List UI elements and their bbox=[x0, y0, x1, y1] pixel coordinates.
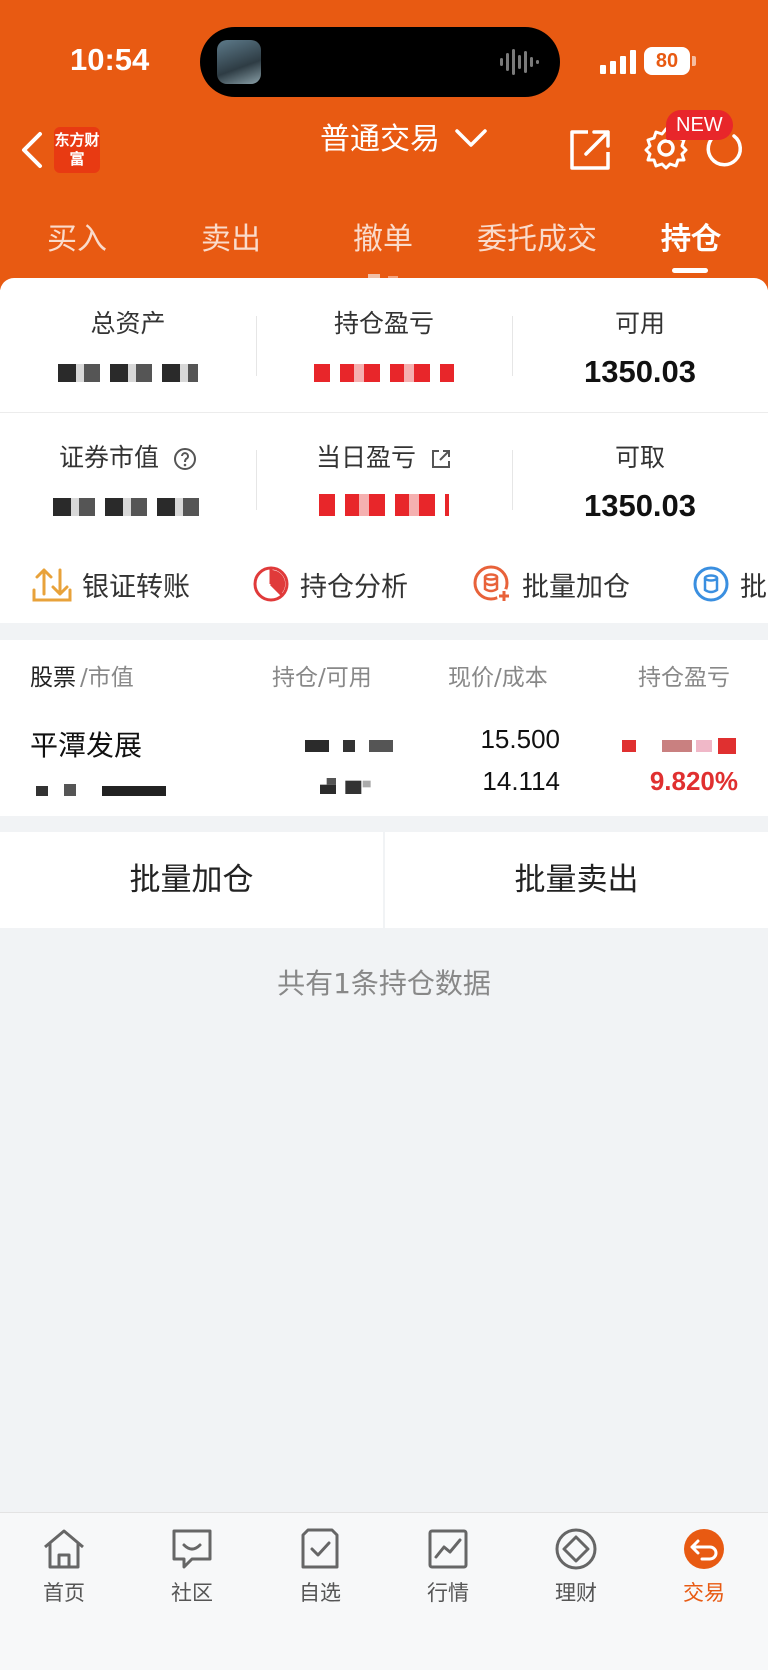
shortcut-label: 银证转账 bbox=[82, 571, 190, 603]
community-icon bbox=[172, 1529, 212, 1569]
daily-pnl-label-text: 当日盈亏 bbox=[316, 443, 417, 472]
nav-watchlist[interactable]: 自选 bbox=[256, 1523, 384, 1607]
status-bar: 10:54 80 bbox=[0, 0, 768, 110]
row-divider bbox=[0, 412, 768, 413]
market-value-label: 证券市值 bbox=[0, 438, 256, 474]
tab-active-indicator bbox=[672, 268, 708, 273]
dynamic-island bbox=[200, 27, 560, 97]
current-price: 15.500 bbox=[480, 724, 560, 754]
nav-label: 自选 bbox=[299, 1581, 341, 1605]
page-title: 普通交易 bbox=[320, 122, 440, 157]
position-count-note: 共有1条持仓数据 bbox=[277, 967, 491, 1000]
total-assets-cell[interactable]: 总资产 bbox=[0, 304, 256, 390]
tab-buy[interactable]: 买入 bbox=[0, 214, 154, 258]
nav-label: 交易 bbox=[683, 1581, 725, 1605]
shortcut-bar: 银证转账 持仓分析 批量加仓 批量 bbox=[0, 540, 768, 626]
withdrawable-cell[interactable]: 可取 1350.03 bbox=[512, 438, 768, 524]
available-value: 1350.03 bbox=[583, 354, 697, 389]
shortcut-batch-add[interactable]: 批量加仓 bbox=[472, 564, 630, 604]
external-link-icon[interactable] bbox=[430, 448, 452, 470]
shortcut-position-analysis[interactable]: 持仓分析 bbox=[252, 564, 408, 604]
market-value-masked bbox=[36, 784, 166, 796]
shortcut-label: 持仓分析 bbox=[300, 571, 408, 603]
position-pnl-cell[interactable]: 持仓盈亏 bbox=[256, 304, 512, 390]
available-masked bbox=[320, 778, 371, 794]
cost-price: 14.114 bbox=[482, 766, 560, 796]
app-header: 10:54 80 东方财富 普通交易 NEW 买入 卖出 撤单 委托成交 持仓 bbox=[0, 0, 768, 290]
batch-add-button[interactable]: 批量加仓 bbox=[0, 832, 383, 928]
chevron-down-icon bbox=[455, 129, 487, 147]
positions-table: 股票 /市值 持仓/可用 现价/成本 持仓盈亏 平潭发展 15.500 14.1… bbox=[0, 640, 768, 816]
back-icon[interactable] bbox=[18, 130, 48, 170]
batch-add-icon bbox=[473, 565, 511, 603]
battery-level: 80 bbox=[644, 47, 690, 75]
now-playing-artwork bbox=[217, 40, 261, 84]
watchlist-icon bbox=[301, 1528, 339, 1569]
nav-home[interactable]: 首页 bbox=[0, 1523, 128, 1607]
daily-pnl-value-masked bbox=[256, 488, 512, 524]
header-stock[interactable]: 股票 bbox=[30, 658, 76, 692]
shortcut-batch[interactable]: 批量 bbox=[692, 564, 768, 604]
nav-market[interactable]: 行情 bbox=[384, 1523, 512, 1607]
header-holding[interactable]: 持仓/可用 bbox=[272, 658, 372, 692]
trade-icon bbox=[684, 1529, 724, 1569]
nav-trade[interactable]: 交易 bbox=[640, 1523, 768, 1607]
nav-label: 行情 bbox=[427, 1581, 469, 1605]
nav-label: 社区 bbox=[171, 1581, 213, 1605]
home-icon bbox=[44, 1529, 84, 1569]
holding-masked bbox=[305, 740, 393, 752]
share-icon[interactable] bbox=[568, 128, 612, 172]
nav-row: 东方财富 普通交易 bbox=[0, 110, 768, 288]
nav-community[interactable]: 社区 bbox=[128, 1523, 256, 1607]
market-value-label-text: 证券市值 bbox=[59, 443, 160, 472]
batch-action-bar: 批量加仓 批量卖出 bbox=[0, 832, 768, 928]
status-time: 10:54 bbox=[70, 42, 150, 77]
total-assets-label: 总资产 bbox=[90, 309, 166, 338]
market-icon bbox=[428, 1529, 468, 1569]
account-switcher[interactable]: 普通交易 bbox=[320, 114, 487, 174]
header-pnl[interactable]: 持仓盈亏 bbox=[638, 658, 730, 692]
header-market-value[interactable]: /市值 bbox=[80, 658, 134, 692]
position-pnl-label: 持仓盈亏 bbox=[333, 309, 434, 338]
batch-sell-button[interactable]: 批量卖出 bbox=[385, 832, 768, 928]
nav-wealth[interactable]: 理财 bbox=[512, 1523, 640, 1607]
nav-label: 首页 bbox=[43, 1581, 85, 1605]
audio-wave-icon bbox=[500, 49, 539, 75]
cellular-signal-icon bbox=[600, 50, 636, 74]
tab-cancel[interactable]: 撤单 bbox=[306, 214, 460, 258]
battery-tip bbox=[692, 56, 696, 66]
positions-header: 股票 /市值 持仓/可用 现价/成本 持仓盈亏 bbox=[0, 658, 768, 698]
withdrawable-value: 1350.03 bbox=[583, 488, 697, 523]
batch-icon bbox=[693, 566, 729, 602]
shortcut-bank-transfer[interactable]: 银证转账 bbox=[32, 564, 190, 604]
market-value-cell[interactable]: 证券市值 bbox=[0, 438, 256, 524]
header-price[interactable]: 现价/成本 bbox=[448, 658, 548, 692]
tab-positions[interactable]: 持仓 bbox=[614, 214, 768, 258]
pnl-percent: 9.820% bbox=[649, 766, 738, 796]
pie-chart-icon bbox=[253, 566, 289, 602]
shortcut-label: 批量加仓 bbox=[522, 571, 630, 603]
nav-label: 理财 bbox=[555, 1581, 597, 1605]
daily-pnl-label: 当日盈亏 bbox=[256, 438, 512, 474]
tab-orders[interactable]: 委托成交 bbox=[460, 214, 614, 258]
total-assets-value-masked bbox=[0, 354, 256, 390]
available-label: 可用 bbox=[614, 309, 665, 338]
market-value-masked bbox=[0, 488, 256, 524]
available-cell[interactable]: 可用 1350.03 bbox=[512, 304, 768, 390]
transfer-icon bbox=[32, 568, 72, 602]
trade-tabs: 买入 卖出 撤单 委托成交 持仓 bbox=[0, 200, 768, 280]
daily-pnl-cell[interactable]: 当日盈亏 bbox=[256, 438, 512, 524]
tab-sell[interactable]: 卖出 bbox=[154, 214, 308, 258]
brand-logo[interactable]: 东方财富 bbox=[54, 127, 100, 173]
bottom-tab-bar: 首页 社区 自选 行情 理财 交易 bbox=[0, 1512, 768, 1670]
withdrawable-label: 可取 bbox=[614, 443, 665, 472]
shortcut-label: 批量 bbox=[740, 571, 768, 603]
wealth-icon bbox=[555, 1528, 597, 1570]
position-pnl-value-masked bbox=[256, 354, 512, 390]
help-icon[interactable] bbox=[173, 447, 197, 471]
pnl-amount-masked bbox=[622, 738, 736, 754]
new-badge: NEW bbox=[666, 110, 733, 140]
stock-name: 平潭发展 bbox=[30, 729, 143, 762]
